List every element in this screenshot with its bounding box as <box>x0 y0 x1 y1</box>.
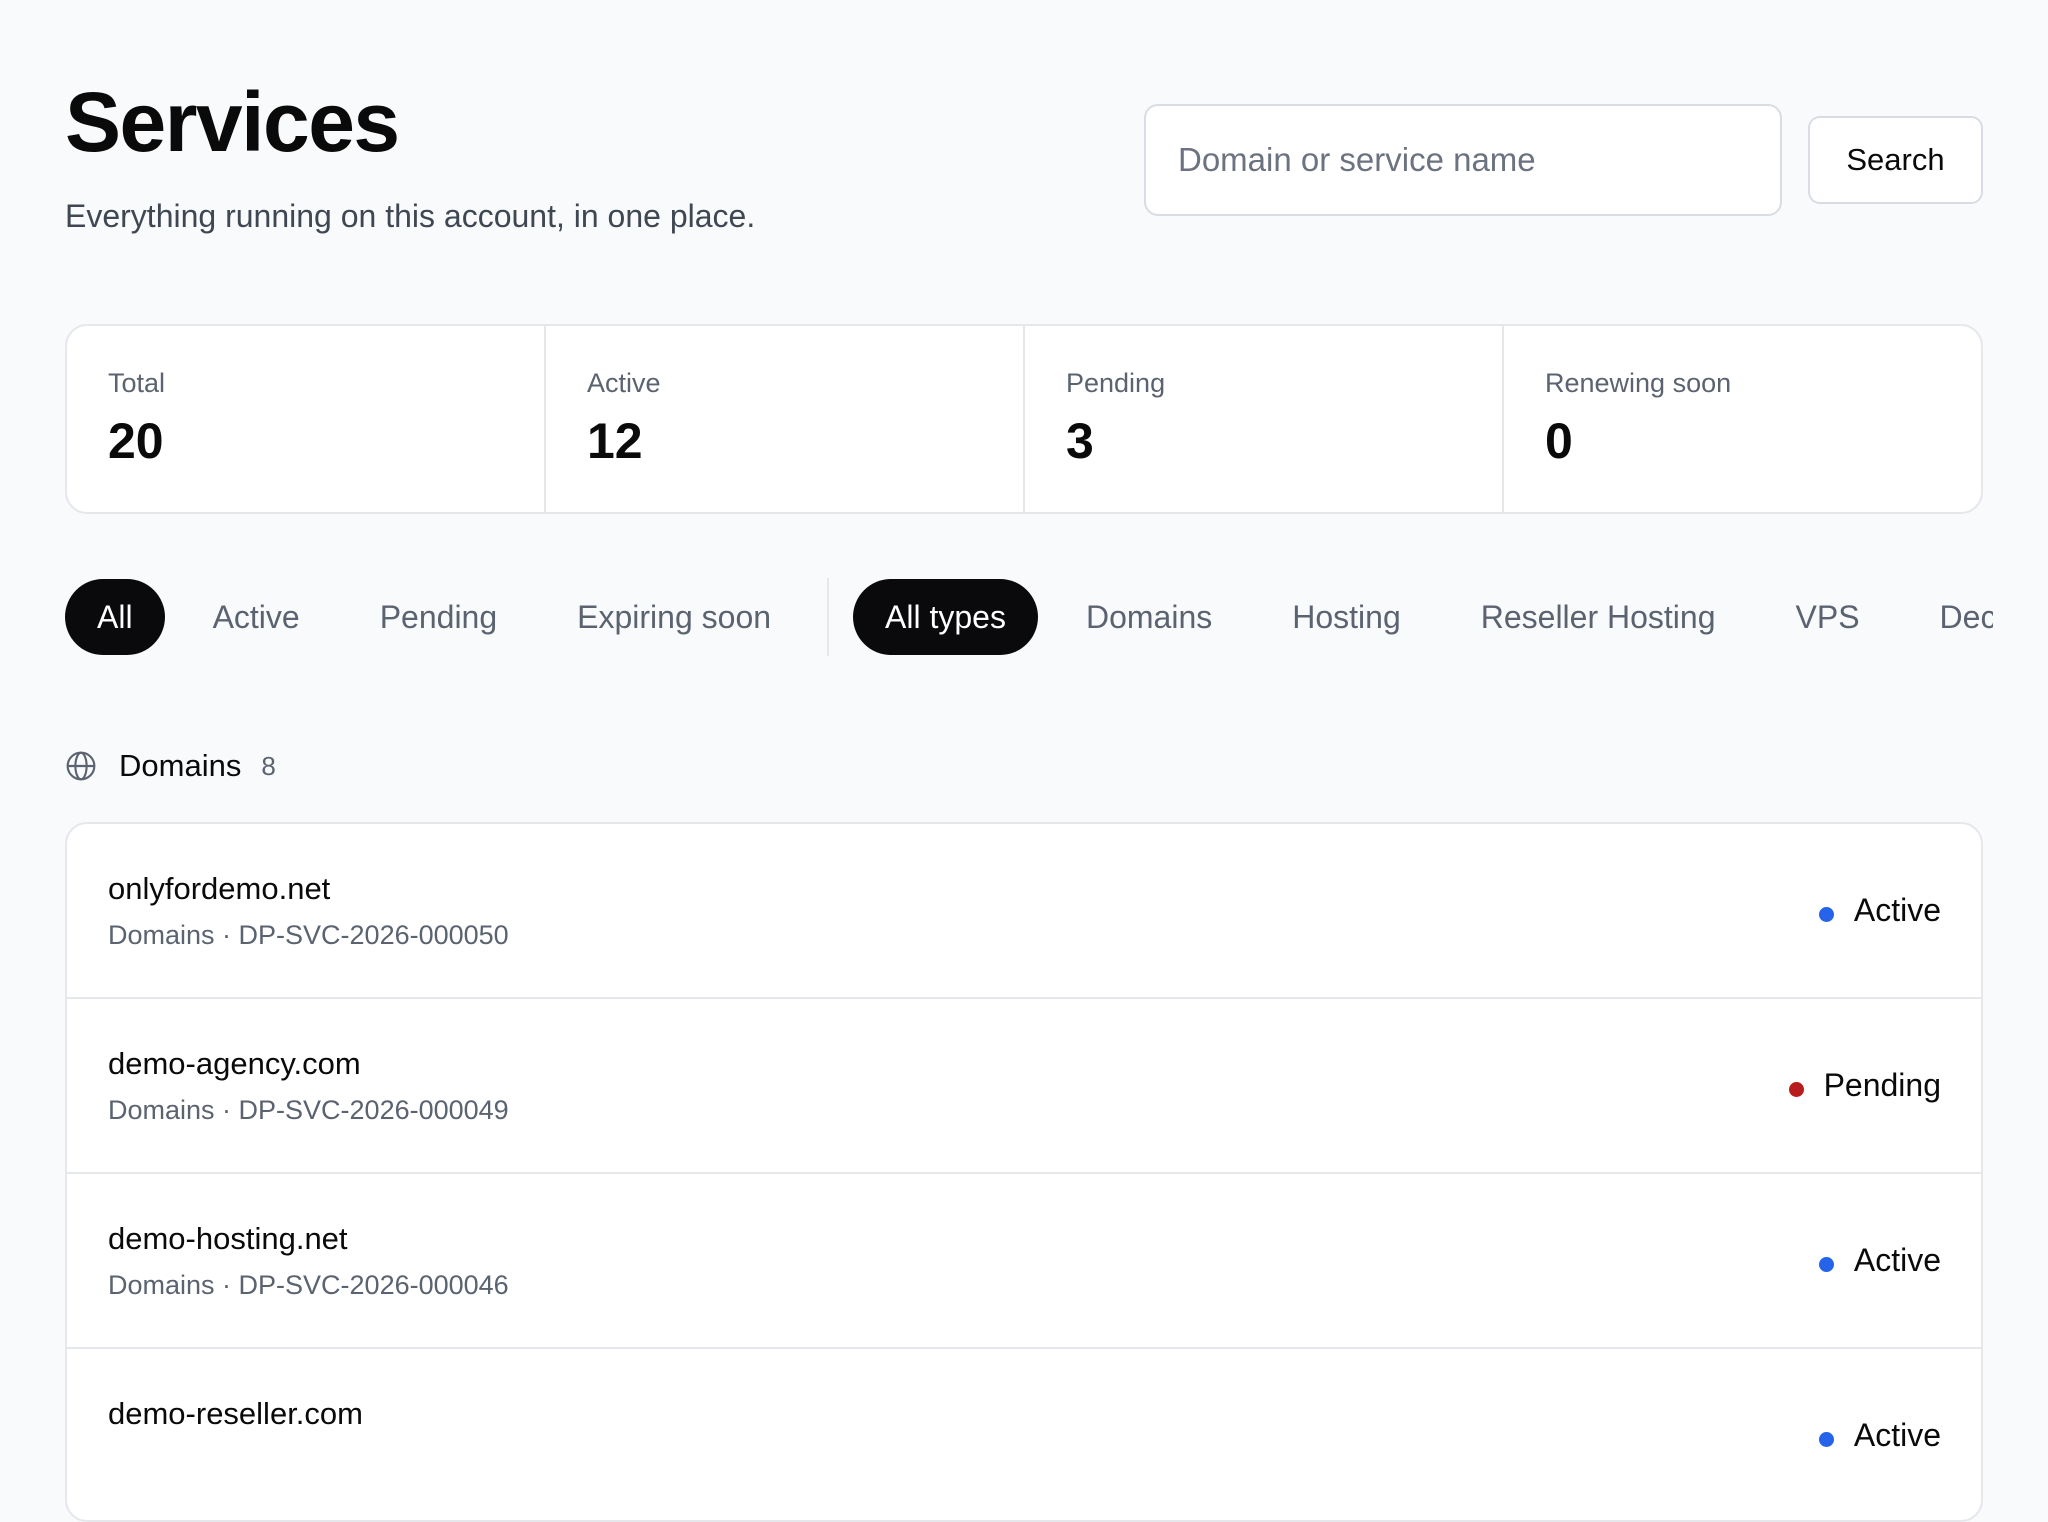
stats-summary: Total 20 Active 12 Pending 3 Renewing so… <box>65 324 1983 514</box>
status-label: Active <box>1853 1242 1941 1278</box>
filter-type-vps[interactable]: VPS <box>1764 579 1892 655</box>
stat-label: Renewing soon <box>1545 368 1732 398</box>
stat-active: Active 12 <box>546 326 1025 512</box>
filter-status-active[interactable]: Active <box>181 579 332 655</box>
search-input[interactable] <box>1144 104 1782 216</box>
services-page: Services Everything running on this acco… <box>65 0 1993 1522</box>
search-button[interactable]: Search <box>1808 116 1983 204</box>
stat-value: 12 <box>587 413 643 469</box>
filter-type-reseller-hosting[interactable]: Reseller Hosting <box>1449 579 1748 655</box>
filter-type-domains[interactable]: Domains <box>1054 579 1244 655</box>
service-meta: Domains · DP-SVC-2026-000050 <box>108 920 509 950</box>
filter-status-all[interactable]: All <box>65 579 165 655</box>
stat-value: 20 <box>108 413 164 469</box>
service-row[interactable]: demo-agency.com Domains · DP-SVC-2026-00… <box>67 999 1981 1174</box>
globe-icon <box>66 751 96 781</box>
section-header-domains: Domains 8 <box>65 742 276 790</box>
page-title: Services <box>65 75 400 169</box>
filter-type-dedicated[interactable]: Dec <box>1908 579 1993 655</box>
filter-type-all[interactable]: All types <box>853 579 1038 655</box>
stat-label: Pending <box>1066 368 1166 398</box>
section-count: 8 <box>261 750 276 781</box>
section-title: Domains <box>119 748 242 783</box>
service-name: demo-agency.com <box>108 1046 361 1081</box>
status-badge: Pending <box>1788 1067 1941 1104</box>
filter-status-expiring-soon[interactable]: Expiring soon <box>545 579 803 655</box>
status-label: Active <box>1853 892 1941 928</box>
page-subtitle: Everything running on this account, in o… <box>65 198 756 234</box>
service-row[interactable]: demo-hosting.net Domains · DP-SVC-2026-0… <box>67 1174 1981 1349</box>
filter-status-pending[interactable]: Pending <box>348 579 529 655</box>
stat-renewing-soon: Renewing soon 0 <box>1504 326 1981 512</box>
stat-pending: Pending 3 <box>1025 326 1504 512</box>
status-dot-icon <box>1818 1257 1834 1272</box>
service-name: demo-hosting.net <box>108 1221 348 1256</box>
status-badge: Active <box>1818 892 1941 929</box>
status-badge: Active <box>1818 1417 1941 1454</box>
status-label: Active <box>1853 1417 1941 1453</box>
stat-value: 3 <box>1066 413 1094 469</box>
services-list: onlyfordemo.net Domains · DP-SVC-2026-00… <box>65 822 1983 1522</box>
status-dot-icon <box>1788 1082 1804 1097</box>
status-dot-icon <box>1818 907 1834 922</box>
service-name: demo-reseller.com <box>108 1396 363 1431</box>
filter-type-hosting[interactable]: Hosting <box>1260 579 1433 655</box>
stat-total: Total 20 <box>67 326 546 512</box>
page-header: Services Everything running on this acco… <box>65 0 1983 300</box>
stat-label: Total <box>108 368 166 398</box>
service-name: onlyfordemo.net <box>108 871 331 906</box>
filter-bar: All Active Pending Expiring soon All typ… <box>65 578 1993 656</box>
filter-divider <box>827 578 830 656</box>
status-label: Pending <box>1823 1067 1941 1103</box>
stat-value: 0 <box>1545 413 1573 469</box>
service-meta: Domains · DP-SVC-2026-000049 <box>108 1095 509 1125</box>
service-row[interactable]: demo-reseller.com Active <box>67 1349 1981 1520</box>
status-badge: Active <box>1818 1242 1941 1279</box>
service-meta: Domains · DP-SVC-2026-000046 <box>108 1270 509 1300</box>
stat-label: Active <box>587 368 661 398</box>
service-row[interactable]: onlyfordemo.net Domains · DP-SVC-2026-00… <box>67 824 1981 999</box>
